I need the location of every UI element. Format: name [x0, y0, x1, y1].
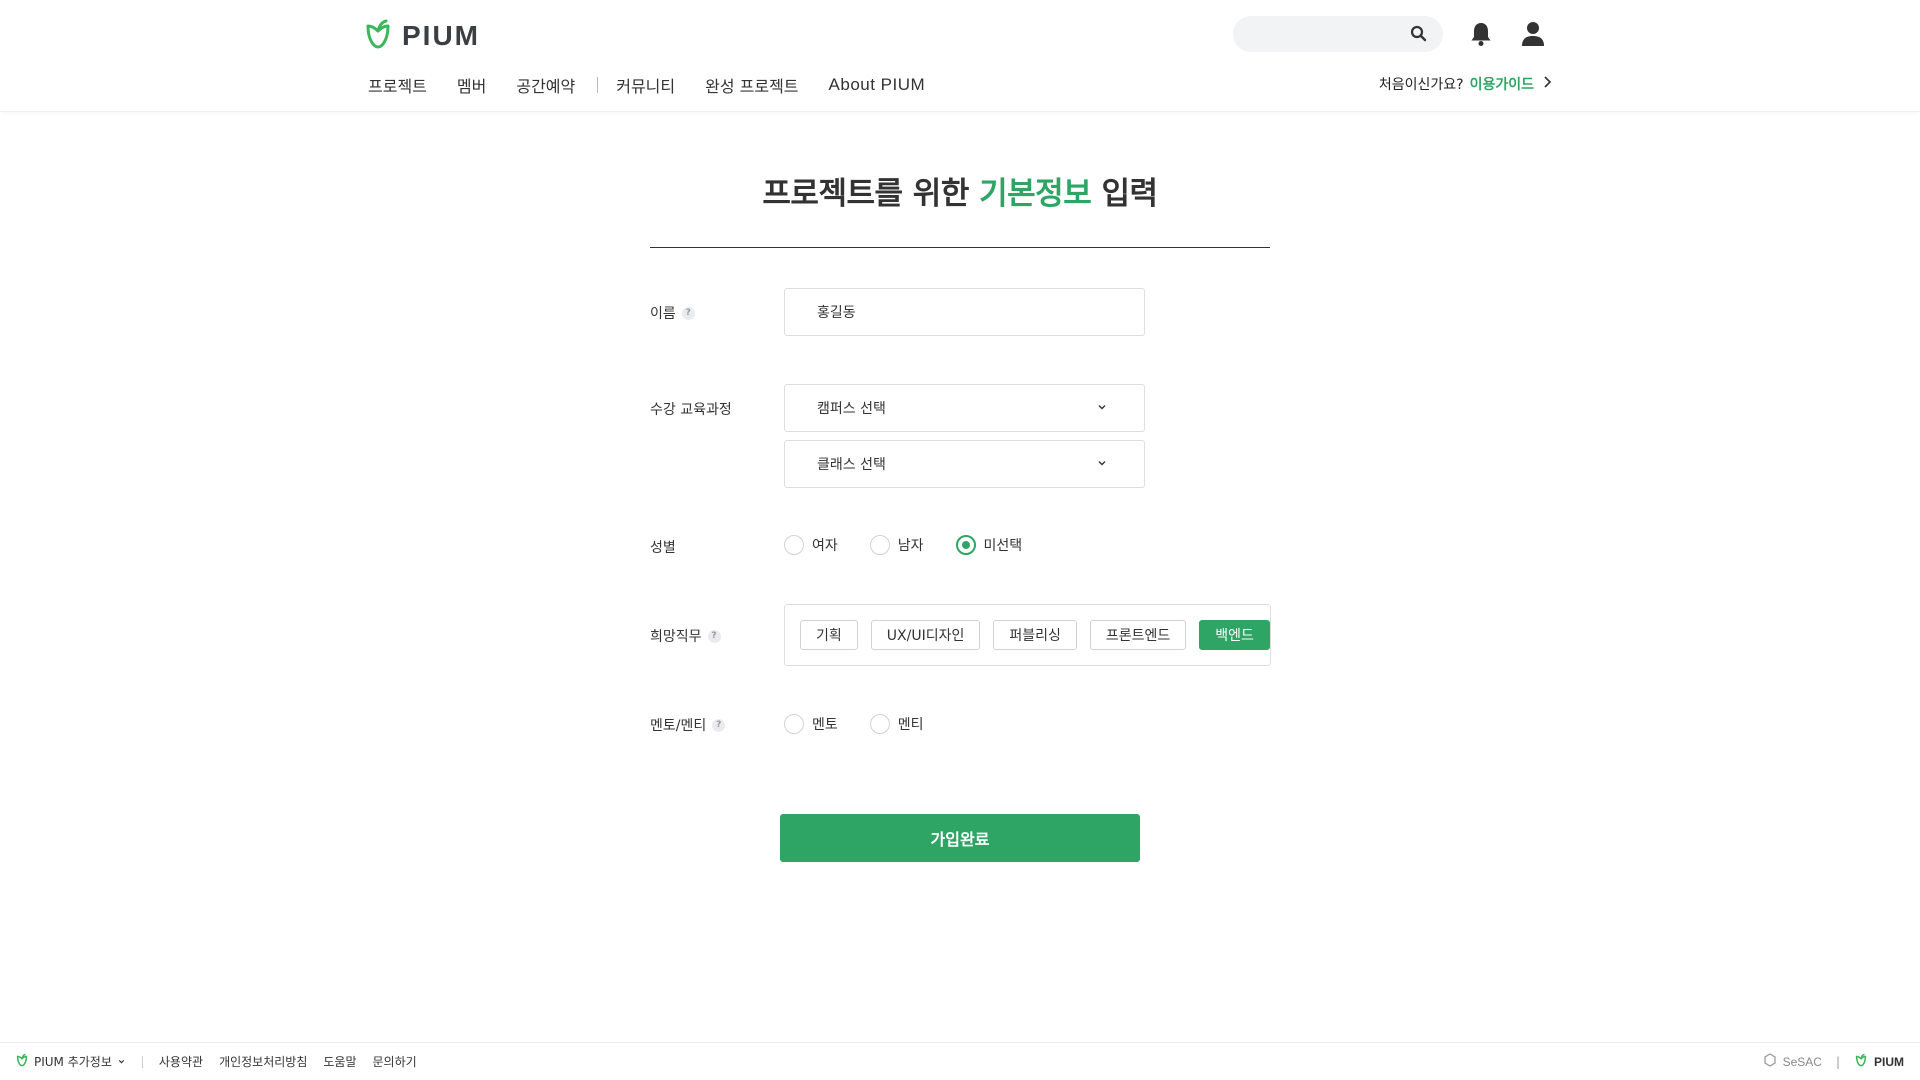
job-chip-planning[interactable]: 기획: [800, 620, 858, 650]
title-divider: [650, 247, 1270, 248]
guide-link-text[interactable]: 이용가이드: [1470, 74, 1534, 94]
gender-option-male[interactable]: 남자: [869, 535, 924, 555]
guide-prompt: 처음이신가요?: [1378, 77, 1464, 93]
nav-item-completed-projects[interactable]: 완성 프로젝트: [705, 73, 798, 97]
nav-item-community[interactable]: 커뮤니티: [616, 73, 675, 97]
title-accent: 기본정보: [979, 176, 1092, 212]
radio-label: 미선택: [983, 538, 1023, 554]
job-label-text: 희망직무: [650, 629, 702, 645]
name-label-text: 이름: [650, 306, 676, 322]
class-select-value: 클래스 선택: [817, 457, 886, 473]
gender-option-unselected[interactable]: 미선택: [955, 535, 1023, 555]
mentor-label: 멘토/멘티 ?: [650, 715, 726, 735]
radio-circle[interactable]: [869, 535, 890, 555]
nav-item-space-booking[interactable]: 공간예약: [516, 73, 575, 97]
chevron-right-icon: [1540, 75, 1554, 93]
search-input[interactable]: [1233, 16, 1443, 52]
radio-circle[interactable]: [869, 714, 890, 734]
radio-label: 멘토: [812, 717, 838, 733]
footer-info-dropdown[interactable]: PIUM 추가정보: [15, 1053, 126, 1070]
logo[interactable]: PIUM: [362, 18, 480, 54]
gender-label: 성별: [650, 537, 676, 557]
mentor-option-mentor[interactable]: 멘토: [784, 714, 838, 734]
footer-partner-sesac[interactable]: SeSAC: [1783, 1055, 1822, 1069]
title-suffix: 입력: [1091, 176, 1159, 212]
name-field[interactable]: 홍길동: [784, 288, 1145, 336]
help-icon[interactable]: ?: [707, 629, 721, 643]
footer-brand[interactable]: PIUM: [1874, 1055, 1904, 1069]
footer-separator: |: [1835, 1054, 1840, 1069]
footer-link-privacy[interactable]: 개인정보처리방침: [219, 1053, 307, 1070]
user-icon[interactable]: [1521, 21, 1545, 51]
footer-link-terms[interactable]: 사용약관: [159, 1053, 203, 1070]
job-chip-publishing[interactable]: 퍼블리싱: [993, 620, 1077, 650]
footer-divider: [141, 1055, 143, 1068]
footer-left: PIUM 추가정보 사용약관 개인정보처리방침 도움말 문의하기: [15, 1053, 433, 1070]
help-icon[interactable]: ?: [681, 306, 695, 320]
mentor-option-mentee[interactable]: 멘티: [869, 714, 924, 734]
job-chip-uxui-design[interactable]: UX/UI디자인: [870, 620, 981, 650]
footer-right: SeSAC | PIUM: [1763, 1053, 1904, 1070]
mentor-radio-group: 멘토 멘티: [784, 714, 954, 734]
radio-circle[interactable]: [784, 714, 804, 734]
course-label-text: 수강 교육과정: [650, 402, 732, 418]
nav-item-about[interactable]: About PIUM: [829, 75, 926, 95]
site-header: PIUM 프로젝트 멤버 공간예약 커뮤니티 완성 프로젝트 About PIU…: [0, 0, 1920, 112]
radio-circle[interactable]: [784, 535, 804, 555]
submit-button[interactable]: 가입완료: [780, 814, 1140, 862]
radio-label: 여자: [812, 538, 838, 554]
nav-item-member[interactable]: 멤버: [457, 73, 486, 97]
radio-circle-selected[interactable]: [955, 535, 976, 555]
job-label: 희망직무 ?: [650, 626, 721, 646]
guide-link[interactable]: 처음이신가요? 이용가이드: [1379, 74, 1554, 94]
nav-divider: [597, 77, 599, 93]
sesac-logo-icon: [1763, 1053, 1777, 1070]
footer-info-label: PIUM 추가정보: [34, 1055, 112, 1069]
name-value: 홍길동: [817, 305, 856, 321]
mentor-label-text: 멘토/멘티: [650, 718, 707, 734]
class-select[interactable]: 클래스 선택: [784, 440, 1145, 488]
logo-text: PIUM: [402, 20, 480, 51]
leaf-logo-icon: [15, 1053, 29, 1070]
bell-icon[interactable]: [1470, 21, 1492, 51]
job-chip-frontend[interactable]: 프론트엔드: [1089, 620, 1187, 650]
footer-link-contact[interactable]: 문의하기: [373, 1053, 417, 1070]
leaf-logo-icon: [1854, 1053, 1868, 1070]
page-title: 프로젝트를 위한 기본정보 입력: [650, 168, 1270, 213]
gender-option-female[interactable]: 여자: [784, 535, 838, 555]
site-footer: PIUM 추가정보 사용약관 개인정보처리방침 도움말 문의하기 SeSAC |…: [0, 1042, 1920, 1080]
help-icon[interactable]: ?: [712, 718, 726, 732]
chevron-down-icon: [1096, 401, 1108, 417]
name-label: 이름 ?: [650, 303, 695, 323]
campus-select-value: 캠퍼스 선택: [817, 401, 886, 417]
gender-radio-group: 여자 남자 미선택: [784, 535, 1052, 555]
campus-select[interactable]: 캠퍼스 선택: [784, 384, 1145, 432]
footer-link-help[interactable]: 도움말: [323, 1053, 356, 1070]
radio-label: 멘티: [897, 717, 924, 733]
chevron-down-icon: [1096, 457, 1108, 473]
chevron-down-icon: [117, 1055, 126, 1069]
gender-label-text: 성별: [650, 540, 676, 556]
nav-item-project[interactable]: 프로젝트: [368, 73, 427, 97]
title-prefix: 프로젝트를 위한: [762, 176, 980, 212]
job-chip-group: 기획 UX/UI디자인 퍼블리싱 프론트엔드 백엔드: [784, 604, 1271, 666]
job-chip-backend-selected[interactable]: 백엔드: [1199, 620, 1270, 650]
course-label: 수강 교육과정: [650, 399, 732, 419]
radio-label: 남자: [897, 538, 924, 554]
leaf-logo-icon: [362, 18, 394, 54]
search-icon[interactable]: [1410, 25, 1427, 46]
main-nav: 프로젝트 멤버 공간예약 커뮤니티 완성 프로젝트 About PIUM: [368, 73, 955, 97]
